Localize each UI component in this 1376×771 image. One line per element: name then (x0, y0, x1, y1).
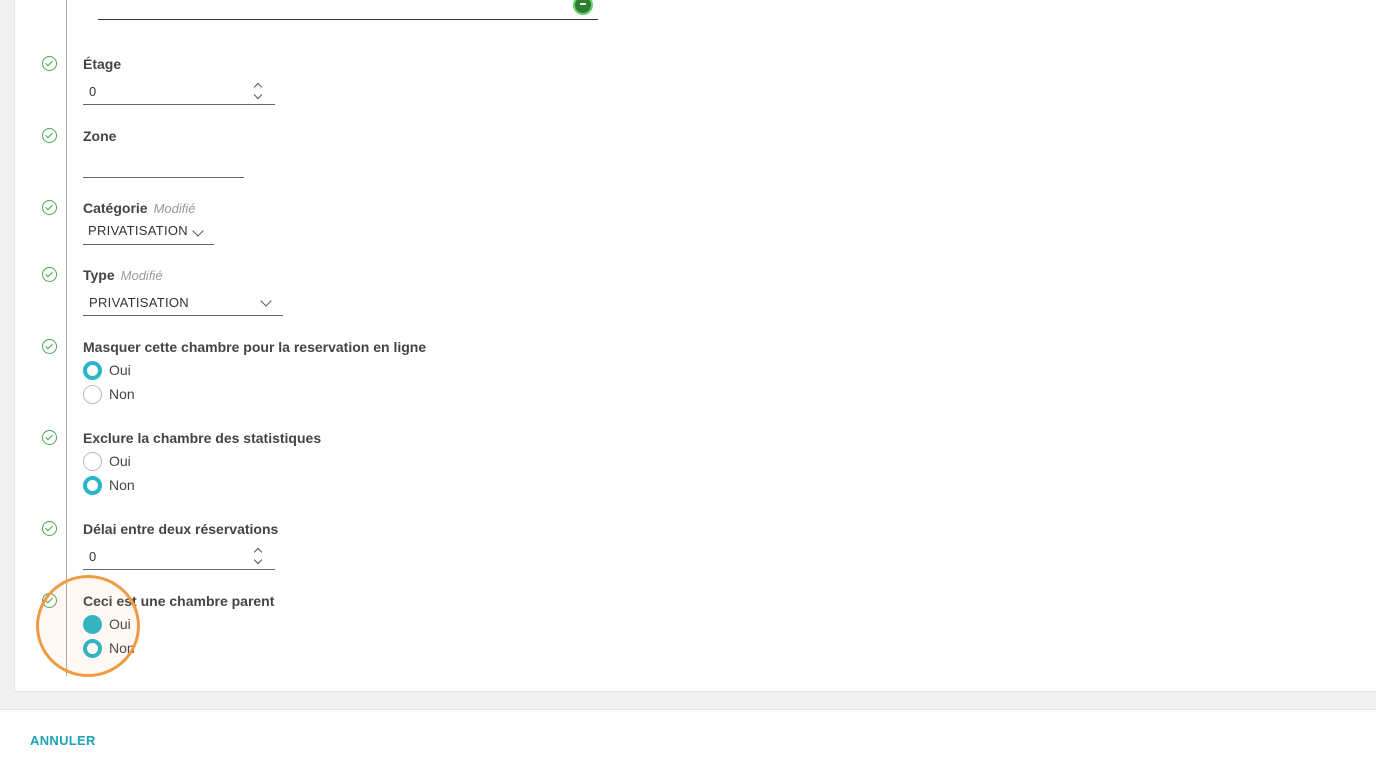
timeline-line (66, 0, 67, 676)
radio-label: Non (109, 477, 135, 493)
floor-label: Étage (83, 56, 122, 72)
check-circle-icon (42, 430, 57, 445)
category-value: PRIVATISATION (88, 223, 188, 238)
delay-stepper[interactable] (253, 545, 263, 569)
stepper-down-icon[interactable] (253, 90, 263, 100)
type-label: Type Modifié (83, 267, 163, 283)
type-select[interactable]: PRIVATISATION (83, 291, 283, 316)
chevron-down-icon[interactable] (192, 225, 204, 237)
radio-label: Non (109, 386, 135, 402)
category-modified-tag: Modifié (153, 201, 196, 216)
zone-label: Zone (83, 128, 117, 144)
field-status-icon (573, 0, 593, 15)
radio-selected[interactable] (83, 476, 102, 495)
radio-unselected[interactable] (83, 452, 102, 471)
footer-bar: ANNULER (0, 709, 1376, 771)
delay-value: 0 (89, 549, 97, 564)
category-label: Catégorie Modifié (83, 200, 196, 216)
check-circle-icon (42, 200, 57, 215)
annotation-highlight-circle (36, 575, 140, 677)
hide-online-label: Masquer cette chambre pour la reservatio… (83, 339, 427, 355)
cancel-button[interactable]: ANNULER (30, 733, 96, 748)
check-circle-icon (42, 128, 57, 143)
check-circle-icon (42, 56, 57, 71)
radio-unselected[interactable] (83, 385, 102, 404)
check-circle-icon (42, 267, 57, 282)
radio-label: Oui (109, 453, 131, 469)
category-label-text: Catégorie (83, 200, 148, 216)
check-circle-icon (42, 521, 57, 536)
type-label-text: Type (83, 267, 115, 283)
floor-stepper[interactable] (253, 80, 263, 104)
exclude-stats-label: Exclure la chambre des statistiques (83, 430, 322, 446)
floor-value: 0 (89, 84, 97, 99)
delay-label: Délai entre deux réservations (83, 521, 279, 537)
delay-number-input[interactable]: 0 (83, 545, 275, 570)
floor-number-input[interactable]: 0 (83, 80, 275, 105)
radio-selected[interactable] (83, 361, 102, 380)
radio-label: Oui (109, 362, 131, 378)
type-modified-tag: Modifié (120, 268, 163, 283)
previous-field-underline[interactable] (98, 19, 598, 20)
check-circle-icon (42, 339, 57, 354)
category-select[interactable]: PRIVATISATION (83, 220, 214, 245)
zone-input[interactable] (83, 177, 244, 178)
type-value: PRIVATISATION (89, 295, 189, 310)
stepper-down-icon[interactable] (253, 555, 263, 565)
chevron-down-icon[interactable] (260, 295, 272, 307)
